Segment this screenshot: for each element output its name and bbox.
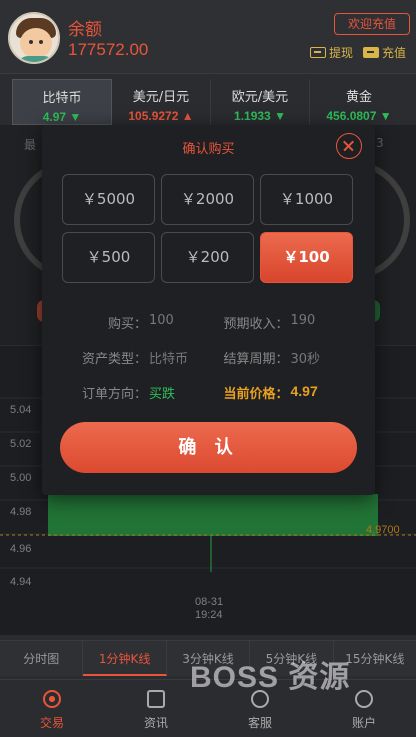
amount-option-200[interactable]: ￥200 <box>161 232 254 283</box>
withdraw-icon <box>309 47 326 58</box>
confirm-purchase-dialog: 确认购买 ￥5000 ￥2000 ￥1000 ￥500 ￥200 ￥100 购买… <box>42 125 375 495</box>
news-icon <box>147 690 165 708</box>
ticker-tab-usdjpy[interactable]: 美元/日元 105.9272 ▲ <box>112 79 211 125</box>
nav-label: 资讯 <box>143 716 168 730</box>
balance-value: 177572.00 <box>68 40 149 59</box>
watermark: BOSS 资源 <box>190 661 351 694</box>
order-direction-value: 买跌 <box>149 387 176 402</box>
settle-period-label: 结算周期： <box>223 352 289 367</box>
ticker-name: 欧元/美元 <box>231 90 289 105</box>
ticker-price: 456.0807 ▼ <box>326 109 392 123</box>
settle-period-value: 30秒 <box>290 352 321 367</box>
amount-option-100[interactable]: ￥100 <box>260 232 353 283</box>
avatar[interactable] <box>8 12 60 64</box>
trade-icon <box>43 690 61 708</box>
ticker-tab-eurusd[interactable]: 欧元/美元 1.1933 ▼ <box>211 79 310 125</box>
buy-label: 购买： <box>107 317 147 332</box>
dialog-title: 确认购买 <box>182 142 235 157</box>
amount-option-2000[interactable]: ￥2000 <box>161 174 254 225</box>
current-price-value: 4.97 <box>290 383 318 399</box>
withdraw-label: 提现 <box>328 46 353 60</box>
asset-type-label: 资产类型： <box>81 352 147 367</box>
current-price-label: 当前价格： <box>223 387 289 402</box>
withdraw-link[interactable]: 提现 <box>309 44 353 61</box>
ticker-name: 黄金 <box>345 90 372 105</box>
nav-label: 交易 <box>39 716 64 730</box>
buy-value: 100 <box>149 313 174 328</box>
amount-option-500[interactable]: ￥500 <box>62 232 155 283</box>
order-summary: 购买： 100 预期收入： 190 资产类型： 比特币 结算周期： 30秒 订单… <box>42 313 375 418</box>
user-icon <box>355 690 373 708</box>
recharge-label: 充值 <box>381 46 406 60</box>
ticker-price: 1.1933 ▼ <box>234 109 286 123</box>
ticker-tab-bitcoin[interactable]: 比特币 4.97 ▼ <box>12 79 112 125</box>
nav-trade[interactable]: 交易 <box>0 680 104 737</box>
recharge-link[interactable]: 充值 <box>362 44 406 61</box>
balance-label: 余额 <box>68 20 102 40</box>
amount-option-1000[interactable]: ￥1000 <box>260 174 353 225</box>
amount-option-5000[interactable]: ￥5000 <box>62 174 155 225</box>
nav-label: 客服 <box>247 716 272 730</box>
recharge-icon <box>362 47 379 58</box>
close-icon[interactable] <box>336 133 362 159</box>
ticker-name: 比特币 <box>42 91 82 106</box>
tab-1min-kline[interactable]: 1分钟K线 <box>83 641 167 676</box>
expected-income-label: 预期收入： <box>223 317 289 332</box>
ticker-price: 4.97 ▼ <box>42 110 82 124</box>
amount-options: ￥5000 ￥2000 ￥1000 ￥500 ￥200 ￥100 <box>62 174 354 283</box>
ticker-tab-gold[interactable]: 黄金 456.0807 ▼ <box>310 79 408 125</box>
ticker-price: 105.9272 ▲ <box>128 109 194 123</box>
trend-down-icon: ▼ <box>69 110 82 124</box>
ticker-name: 美元/日元 <box>132 90 190 105</box>
order-direction-label: 订单方向： <box>81 387 147 402</box>
trend-down-icon: ▼ <box>274 109 286 123</box>
expected-income-value: 190 <box>290 313 316 328</box>
welcome-recharge-button[interactable]: 欢迎充值 <box>334 13 410 35</box>
trend-up-icon: ▲ <box>181 109 194 123</box>
nav-label: 账户 <box>351 716 376 730</box>
confirm-button[interactable]: 确 认 <box>60 422 357 473</box>
ticker-tabs: 比特币 4.97 ▼ 美元/日元 105.9272 ▲ 欧元/美元 1.1933… <box>12 79 408 125</box>
account-header: 余额 177572.00 欢迎充值 提现 充值 <box>0 0 416 74</box>
tab-timeshare[interactable]: 分时图 <box>0 641 84 676</box>
asset-type-value: 比特币 <box>149 352 189 367</box>
trend-down-icon: ▼ <box>379 109 392 123</box>
